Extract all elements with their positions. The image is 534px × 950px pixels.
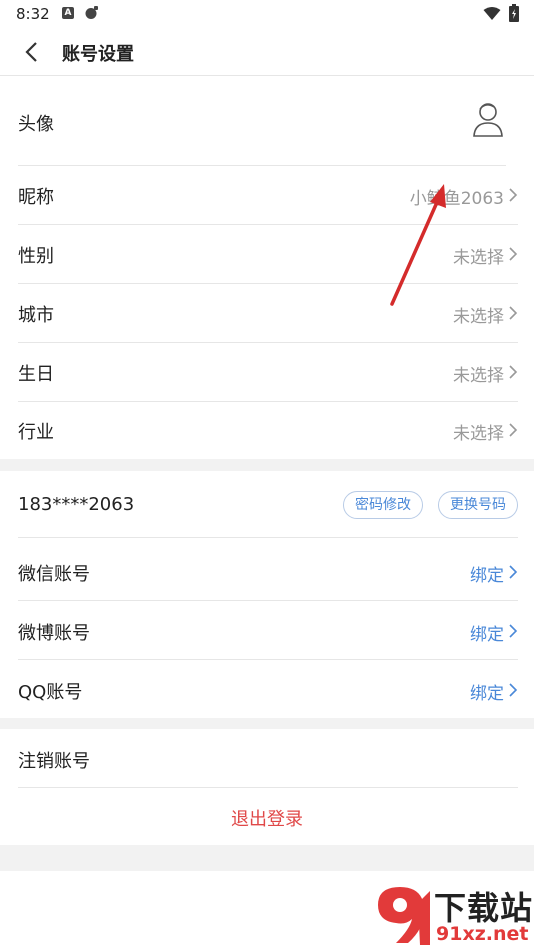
section-gap	[0, 845, 534, 871]
annotation-arrow-icon	[390, 184, 446, 306]
chevron-right-icon	[509, 624, 518, 638]
section-gap	[0, 718, 534, 729]
nickname-label: 昵称	[18, 187, 54, 208]
page-title: 账号设置	[62, 44, 134, 65]
logout-button[interactable]: 退出登录	[0, 805, 534, 831]
avatar-icon[interactable]	[472, 101, 504, 137]
qq-bind-link[interactable]: 绑定	[470, 679, 504, 704]
watermark-logo-icon	[378, 887, 430, 945]
birthday-label: 生日	[18, 364, 54, 385]
weibo-bind-link[interactable]: 绑定	[470, 620, 504, 645]
gender-value: 未选择	[453, 248, 504, 268]
status-time: 8:32	[16, 5, 50, 23]
industry-row[interactable]: 行业 未选择	[0, 402, 534, 459]
weibo-row[interactable]: 微博账号 绑定	[0, 601, 534, 659]
wechat-row[interactable]: 微信账号 绑定	[0, 538, 534, 600]
qq-row[interactable]: QQ账号 绑定	[0, 660, 534, 718]
wechat-label: 微信账号	[18, 564, 90, 585]
watermark: 下载站 91xz.net	[370, 883, 534, 950]
chevron-right-icon	[509, 365, 518, 379]
divider	[18, 787, 518, 788]
birthday-row[interactable]: 生日 未选择	[0, 343, 534, 401]
cancel-account-row[interactable]: 注销账号	[0, 729, 534, 787]
weibo-label: 微博账号	[18, 623, 90, 644]
gender-label: 性别	[18, 246, 54, 267]
wifi-icon	[483, 7, 501, 20]
chevron-right-icon	[509, 188, 518, 202]
section-gap	[0, 459, 534, 471]
chevron-right-icon	[509, 247, 518, 261]
change-password-button[interactable]: 密码修改	[343, 491, 423, 519]
back-arrow-icon[interactable]	[20, 40, 44, 64]
chevron-right-icon	[509, 683, 518, 697]
status-bar: 8:32 A	[0, 0, 534, 28]
avatar-label: 头像	[18, 114, 54, 135]
chevron-right-icon	[509, 306, 518, 320]
industry-value: 未选择	[453, 424, 504, 444]
industry-label: 行业	[18, 422, 54, 443]
qq-label: QQ账号	[18, 682, 83, 703]
battery-icon	[509, 4, 519, 22]
change-phone-button[interactable]: 更换号码	[438, 491, 518, 519]
phone-number: 183****2063	[18, 494, 135, 515]
chevron-right-icon	[509, 423, 518, 437]
watermark-domain: 91xz.net	[436, 923, 529, 945]
header: 账号设置	[0, 28, 534, 76]
chevron-right-icon	[509, 565, 518, 579]
birthday-value: 未选择	[453, 366, 504, 386]
wechat-bind-link[interactable]: 绑定	[470, 561, 504, 586]
cancel-account-label: 注销账号	[18, 751, 90, 772]
avatar-row[interactable]: 头像	[0, 76, 534, 166]
app-notification-icon	[85, 6, 98, 19]
city-label: 城市	[18, 305, 54, 326]
notification-a-icon: A	[62, 7, 74, 19]
city-value: 未选择	[453, 307, 504, 327]
